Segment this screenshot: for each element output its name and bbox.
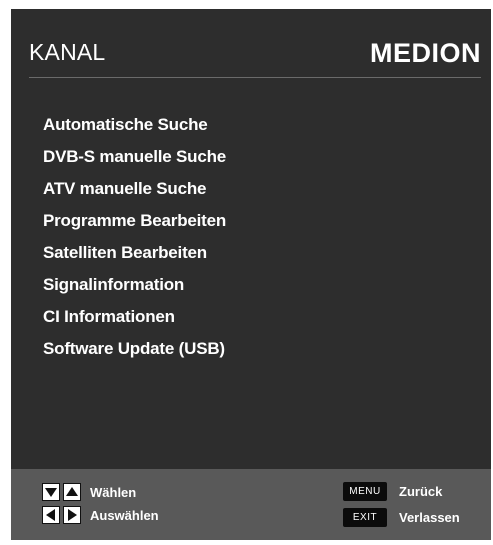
exit-key-icon: EXIT [343, 507, 387, 527]
hint-choose: Auswählen [42, 505, 159, 525]
help-bar: Wählen Auswählen MENU Zurück EXIT Verlas… [11, 469, 491, 540]
page-title: KANAL [29, 39, 106, 65]
menu-item-ci-info[interactable]: CI Informationen [43, 301, 226, 333]
arrow-left-icon [42, 506, 60, 524]
arrow-right-icon [63, 506, 81, 524]
medion-logo: MEDION [370, 38, 481, 67]
menu-item-signal-info[interactable]: Signalinformation [43, 269, 226, 301]
menu-item-edit-satellites[interactable]: Satelliten Bearbeiten [43, 237, 226, 269]
menu-item-dvbs-manual-search[interactable]: DVB-S manuelle Suche [43, 141, 226, 173]
hint-back: MENU Zurück [343, 481, 442, 501]
hint-exit: EXIT Verlassen [343, 507, 460, 527]
arrow-up-icon [63, 483, 81, 501]
hint-select-label: Wählen [90, 484, 137, 500]
arrow-down-icon [42, 483, 60, 501]
hint-exit-label: Verlassen [399, 509, 460, 525]
menu-item-edit-programs[interactable]: Programme Bearbeiten [43, 205, 226, 237]
svg-text:MEDION: MEDION [370, 38, 481, 67]
menu-item-automatic-search[interactable]: Automatische Suche [43, 109, 226, 141]
hint-select: Wählen [42, 482, 136, 502]
hint-choose-label: Auswählen [90, 507, 159, 523]
menu-header: KANAL MEDION [29, 35, 481, 78]
channel-menu-list: Automatische Suche DVB-S manuelle Suche … [43, 109, 226, 365]
channel-menu-panel: KANAL MEDION Automatische Suche DVB-S ma… [11, 9, 491, 540]
menu-item-atv-manual-search[interactable]: ATV manuelle Suche [43, 173, 226, 205]
menu-item-software-update[interactable]: Software Update (USB) [43, 333, 226, 365]
menu-key-icon: MENU [343, 481, 387, 501]
hint-back-label: Zurück [399, 483, 443, 499]
